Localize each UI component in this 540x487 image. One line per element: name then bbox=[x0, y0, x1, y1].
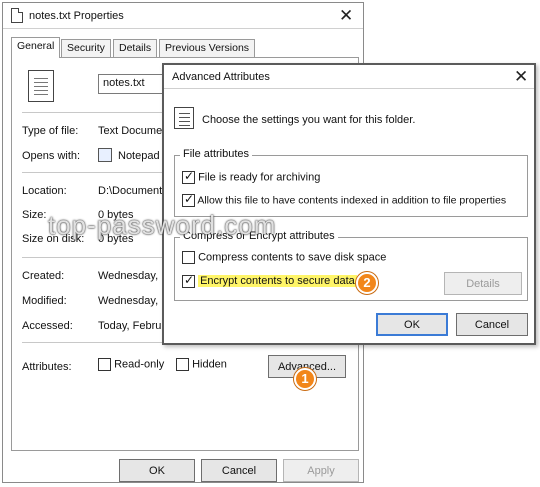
read-only-option[interactable]: Read-only bbox=[98, 358, 164, 371]
encrypt-checkbox[interactable] bbox=[182, 273, 195, 288]
index-label: Allow this file to have contents indexed… bbox=[197, 194, 507, 207]
encrypt-label: Encrypt contents to secure data bbox=[198, 275, 357, 288]
notepad-icon bbox=[98, 148, 112, 162]
file-attributes-group-title: File attributes bbox=[180, 148, 253, 160]
title-bar: notes.txt Properties ✕ bbox=[3, 3, 363, 29]
step-marker-2: 2 bbox=[356, 272, 378, 294]
tab-security[interactable]: Security bbox=[61, 39, 111, 57]
text-file-icon bbox=[28, 70, 54, 102]
accessed-value: Today, Febru... bbox=[98, 320, 171, 332]
archive-checkbox[interactable] bbox=[182, 169, 195, 184]
type-label: Type of file: bbox=[22, 125, 79, 137]
intro-text: Choose the settings you want for this fo… bbox=[202, 114, 416, 126]
step-marker-1: 1 bbox=[294, 368, 316, 390]
ok-button[interactable]: OK bbox=[119, 459, 195, 482]
type-value: Text Document bbox=[98, 125, 172, 137]
dialog-cancel-button[interactable]: Cancel bbox=[456, 313, 528, 336]
advanced-attributes-dialog: Advanced Attributes ✕ Choose the setting… bbox=[162, 63, 536, 345]
file-attributes-group bbox=[174, 155, 528, 217]
compress-checkbox[interactable] bbox=[182, 251, 195, 264]
accessed-label: Accessed: bbox=[22, 320, 73, 332]
opens-with-label: Opens with: bbox=[22, 150, 81, 162]
opens-with-value: Notepad bbox=[118, 150, 160, 162]
dialog-ok-button[interactable]: OK bbox=[376, 313, 448, 336]
apply-button[interactable]: Apply bbox=[283, 459, 359, 482]
watermark-text: top-password.com bbox=[48, 210, 277, 240]
compress-label: Compress contents to save disk space bbox=[198, 251, 387, 264]
encrypt-option[interactable]: Encrypt contents to secure data bbox=[182, 273, 357, 288]
size-label: Size: bbox=[22, 209, 47, 221]
window-title: notes.txt Properties bbox=[29, 10, 124, 22]
modified-label: Modified: bbox=[22, 295, 67, 307]
close-icon[interactable]: ✕ bbox=[339, 7, 353, 24]
created-value: Wednesday, ... bbox=[98, 270, 171, 282]
read-only-label: Read-only bbox=[114, 358, 165, 371]
file-icon bbox=[11, 8, 23, 23]
hidden-checkbox[interactable] bbox=[176, 358, 189, 371]
cancel-button[interactable]: Cancel bbox=[201, 459, 277, 482]
archive-label: File is ready for archiving bbox=[198, 171, 321, 184]
index-option[interactable]: Allow this file to have contents indexed… bbox=[182, 192, 507, 207]
compress-option[interactable]: Compress contents to save disk space bbox=[182, 251, 386, 264]
tab-details[interactable]: Details bbox=[113, 39, 158, 57]
location-value: D:\Documents bbox=[98, 185, 168, 197]
location-label: Location: bbox=[22, 185, 67, 197]
index-checkbox[interactable] bbox=[182, 192, 195, 207]
dialog-title-bar: Advanced Attributes ✕ bbox=[164, 65, 534, 89]
modified-value: Wednesday, ... bbox=[98, 295, 171, 307]
file-name-value: notes.txt bbox=[103, 77, 145, 89]
attributes-label: Attributes: bbox=[22, 361, 72, 373]
attributes-icon bbox=[174, 107, 194, 129]
read-only-checkbox[interactable] bbox=[98, 358, 111, 371]
dialog-title: Advanced Attributes bbox=[172, 71, 270, 83]
hidden-option[interactable]: Hidden bbox=[176, 358, 227, 371]
hidden-label: Hidden bbox=[192, 358, 227, 371]
details-button[interactable]: Details bbox=[444, 272, 522, 295]
close-icon[interactable]: ✕ bbox=[514, 68, 528, 85]
archive-option[interactable]: File is ready for archiving bbox=[182, 169, 321, 184]
tab-previous-versions[interactable]: Previous Versions bbox=[159, 39, 256, 57]
created-label: Created: bbox=[22, 270, 65, 282]
tab-general[interactable]: General bbox=[11, 37, 61, 58]
